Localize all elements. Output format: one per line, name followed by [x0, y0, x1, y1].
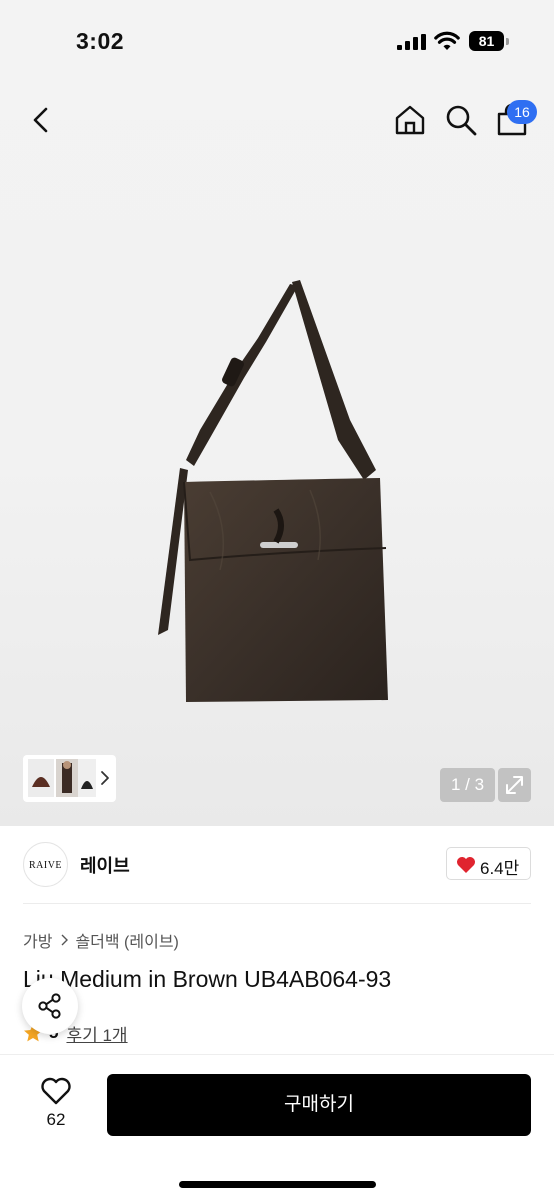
signal-icon — [397, 34, 426, 50]
divider — [23, 903, 531, 904]
breadcrumb: 가방 숄더백 (레이브) — [23, 929, 179, 951]
share-button[interactable] — [22, 978, 78, 1034]
review-link[interactable]: 후기 1개 — [66, 1021, 127, 1046]
home-icon[interactable] — [392, 102, 428, 138]
brand-like-button[interactable]: 6.4만 — [446, 847, 531, 880]
status-bar: 3:02 81 — [0, 0, 554, 80]
buy-button[interactable]: 구매하기 — [107, 1074, 531, 1136]
product-title: Liu Medium in Brown UB4AB064-93 — [23, 966, 392, 992]
bottom-action-bar: 62 구매하기 — [0, 1054, 554, 1200]
chevron-right-icon[interactable] — [99, 769, 111, 787]
brand-name[interactable]: 레이브 — [80, 852, 130, 878]
expand-button[interactable] — [498, 768, 531, 802]
product-image[interactable] — [150, 270, 390, 710]
brand-like-count: 6.4만 — [480, 859, 520, 878]
heart-icon[interactable] — [40, 1076, 72, 1106]
breadcrumb-category[interactable]: 가방 — [23, 928, 52, 952]
breadcrumb-subcategory[interactable]: 숄더백 (레이브) — [75, 928, 178, 952]
battery-level: 81 — [478, 33, 495, 49]
thumbnail-strip[interactable] — [23, 755, 116, 802]
expand-icon — [506, 776, 523, 794]
thumbnail-image[interactable] — [78, 759, 96, 797]
cart-count-badge: 16 — [507, 100, 537, 124]
brand-logo[interactable]: RAIVE — [23, 842, 68, 887]
heart-icon — [457, 857, 475, 873]
image-counter: 1 / 3 — [440, 768, 495, 802]
battery-indicator: 81 — [469, 31, 509, 51]
wish-count: 62 — [46, 1110, 66, 1129]
top-nav — [0, 90, 554, 150]
chevron-right-icon — [61, 934, 69, 946]
share-icon — [38, 993, 61, 1019]
search-icon[interactable] — [443, 102, 479, 138]
wifi-icon — [434, 31, 460, 50]
back-icon[interactable] — [24, 102, 58, 138]
status-time: 3:02 — [76, 28, 125, 54]
home-indicator — [179, 1181, 376, 1188]
thumbnail-image[interactable] — [28, 759, 54, 797]
